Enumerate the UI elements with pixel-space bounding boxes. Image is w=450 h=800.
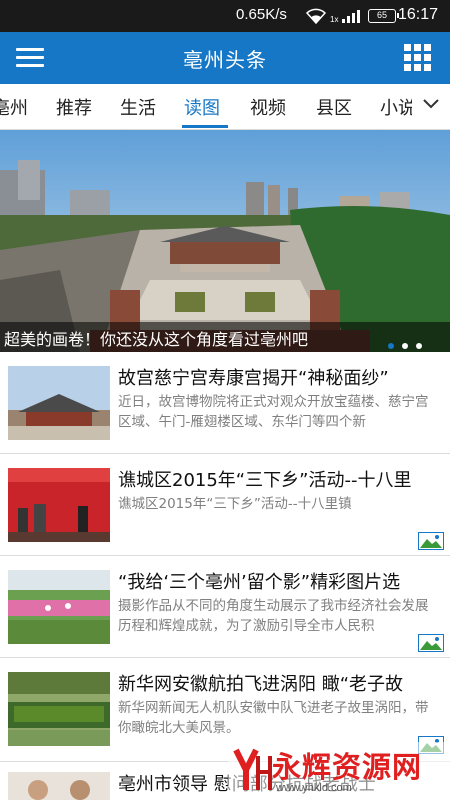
news-item[interactable]: “我给‘三个亳州’留个影”精彩图片选 摄影作品从不同的角度生动展示了我市经济社会… (0, 556, 450, 658)
news-thumbnail (8, 772, 110, 800)
news-description: 新华网新闻无人机队安徽中队飞进老子故里涡阳，带你瞰皖北大美风景。 (118, 700, 429, 736)
news-description: 摄影作品从不同的角度生动展示了我市经济社会发展历程和辉煌成就，为了激励引导全市人… (118, 598, 429, 634)
image-gallery-icon (418, 532, 444, 550)
tab-pictures[interactable]: 读图 (184, 94, 220, 120)
tab-recommend[interactable]: 推荐 (56, 94, 92, 120)
news-thumbnail (8, 366, 110, 440)
news-description: 近日，故宫博物院将正式对观众开放宝蕴楼、慈宁宫区域、午门-雁翅楼区域、东华门等四… (118, 394, 429, 430)
network-speed: 0.65K/s (236, 6, 287, 23)
hero-caption: 超美的画卷！你还没从这个角度看过亳州吧 (4, 330, 309, 349)
watermark-text: 永辉资源网 (272, 750, 423, 784)
news-thumbnail (8, 468, 110, 542)
category-tabs: 亳州 推荐 生活 读图 视频 县区 小说 (0, 84, 450, 130)
tab-video[interactable]: 视频 (250, 94, 286, 120)
app-title: 亳州头条 (183, 48, 267, 72)
news-title: 谯城区2015年“三下乡”活动--十八里 (118, 470, 412, 491)
news-title: 故宫慈宁宫寿康宫揭开“神秘面纱” (118, 368, 389, 389)
more-tabs-button[interactable] (412, 84, 450, 129)
news-thumbnail (8, 570, 110, 644)
hero-image (0, 130, 450, 352)
app-bar: 亳州头条 (0, 32, 450, 84)
grid-menu-icon[interactable] (404, 44, 432, 72)
image-gallery-icon (418, 634, 444, 652)
wifi-icon (306, 8, 326, 24)
chevron-down-icon (423, 99, 439, 109)
carousel-dot-active (388, 343, 394, 349)
news-description: 谯城区2015年“三下乡”活动--十八里镇 (118, 496, 352, 512)
carousel-dot (402, 343, 408, 349)
status-bar: 0.65K/s 1x 65 16:17 (0, 0, 450, 32)
battery-icon: 65 (368, 9, 399, 23)
tab-bozhou[interactable]: 亳州 (0, 94, 28, 120)
carousel-dot (416, 343, 422, 349)
news-item[interactable]: 谯城区2015年“三下乡”活动--十八里 谯城区2015年“三下乡”活动--十八… (0, 454, 450, 556)
news-item[interactable]: 故宫慈宁宫寿康宫揭开“神秘面纱” 近日，故宫博物院将正式对观众开放宝蕴楼、慈宁宫… (0, 352, 450, 454)
news-thumbnail (8, 672, 110, 746)
tab-county[interactable]: 县区 (316, 94, 352, 120)
carousel-indicator (388, 334, 430, 352)
status-time: 16:17 (398, 6, 439, 23)
hero-banner[interactable]: 超美的画卷！你还没从这个角度看过亳州吧 (0, 130, 450, 352)
news-title: 新华网安徽航拍飞进涡阳 瞰“老子故 (118, 674, 404, 695)
tab-life[interactable]: 生活 (120, 94, 156, 120)
svg-text:1x: 1x (330, 15, 338, 24)
tab-novel[interactable]: 小说 (380, 94, 416, 120)
active-tab-indicator (182, 125, 228, 128)
news-title: “我给‘三个亳州’留个影”精彩图片选 (118, 572, 401, 593)
watermark-url: www.yhkld.com (276, 782, 352, 794)
signal-icon: 1x (330, 10, 360, 24)
